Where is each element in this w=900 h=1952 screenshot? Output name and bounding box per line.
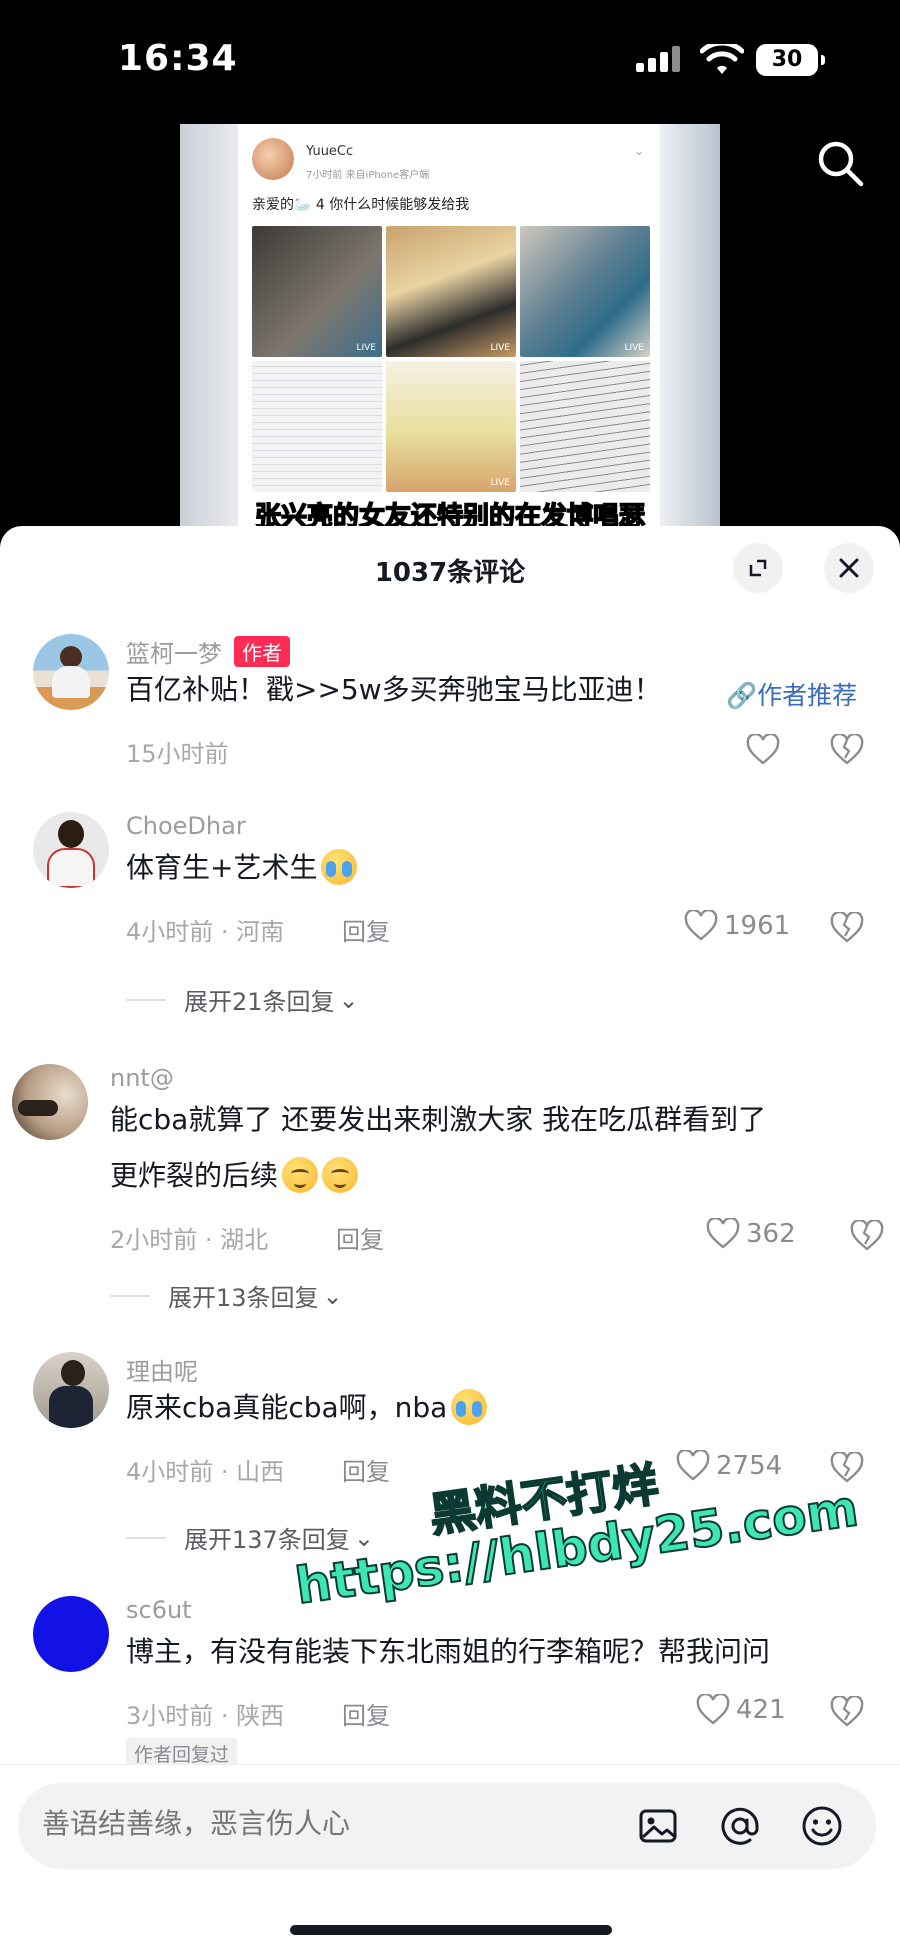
chevron-down-icon: ⌄ bbox=[633, 144, 644, 158]
chevron-down-icon: ⌄ bbox=[322, 1281, 343, 1310]
comment-item: nnt@ 能cba就算了 还要发出来刺激大家 我在吃瓜群看到了 更炸裂的后续 2… bbox=[0, 1064, 900, 1312]
comment-text-row: 更炸裂的后续 bbox=[110, 1148, 359, 1204]
dislike-icon[interactable] bbox=[830, 734, 864, 766]
expand-icon bbox=[749, 559, 767, 577]
crying-emoji-icon bbox=[321, 849, 358, 885]
expand-sheet-button[interactable] bbox=[733, 543, 783, 593]
post-image: LIVE bbox=[386, 361, 516, 492]
comment-meta: 2小时前 · 湖北 bbox=[110, 1226, 269, 1254]
comment-meta: 4小时前 · 山西 bbox=[126, 1458, 285, 1486]
comment-meta: 4小时前 · 河南 bbox=[126, 918, 285, 946]
like-button[interactable]: 2754 bbox=[676, 1450, 782, 1482]
reply-button[interactable]: 回复 bbox=[336, 1220, 384, 1255]
post-image: LIVE bbox=[386, 226, 516, 357]
emoji-icon[interactable] bbox=[800, 1804, 844, 1848]
close-icon bbox=[839, 558, 859, 578]
avatar[interactable] bbox=[33, 1352, 109, 1428]
flushed-emoji-icon bbox=[282, 1157, 319, 1193]
dislike-icon[interactable] bbox=[830, 912, 864, 944]
comment-time: 15小时前 bbox=[126, 740, 229, 768]
comment-username[interactable]: nnt@ bbox=[110, 1064, 174, 1092]
crying-emoji-icon bbox=[451, 1389, 488, 1425]
like-icon[interactable] bbox=[746, 734, 780, 766]
comment-username[interactable]: sc6ut bbox=[126, 1596, 192, 1624]
author-recommend-link[interactable]: 🔗作者推荐 bbox=[726, 676, 857, 712]
close-button[interactable] bbox=[824, 543, 874, 593]
comment-text: 能cba就算了 还要发出来刺激大家 我在吃瓜群看到了 bbox=[110, 1103, 767, 1136]
post-image: LIVE bbox=[520, 226, 650, 357]
post-avatar bbox=[252, 138, 294, 180]
search-icon[interactable] bbox=[815, 138, 865, 188]
like-icon bbox=[676, 1450, 710, 1481]
avatar[interactable] bbox=[33, 812, 109, 888]
status-bar: 16:34 30 bbox=[0, 0, 900, 120]
dislike-icon[interactable] bbox=[850, 1220, 884, 1252]
live-badge: LIVE bbox=[356, 343, 376, 353]
comment-input[interactable] bbox=[42, 1807, 602, 1840]
live-badge: LIVE bbox=[490, 343, 510, 353]
like-count: 362 bbox=[746, 1219, 796, 1249]
comment-text: 体育生+艺术生 bbox=[126, 851, 318, 884]
post-image bbox=[252, 361, 382, 492]
video-preview[interactable]: YuueCc 7小时前 来自iPhone客户端 ⌄ 亲爱的🦢 4 你什么时候能够… bbox=[180, 124, 720, 539]
comment-text-row: 原来cba真能cba啊，nba bbox=[126, 1380, 488, 1436]
comment-meta: 3小时前 · 陕西 bbox=[126, 1702, 285, 1730]
like-icon bbox=[696, 1694, 730, 1725]
reply-button[interactable]: 回复 bbox=[342, 1696, 390, 1731]
like-icon bbox=[684, 910, 718, 941]
post-meta: 7小时前 来自iPhone客户端 bbox=[306, 170, 430, 181]
post-image bbox=[520, 361, 650, 492]
post-image: LIVE bbox=[252, 226, 382, 357]
dislike-icon[interactable] bbox=[830, 1696, 864, 1728]
avatar[interactable] bbox=[33, 1596, 109, 1672]
link-icon: 🔗 bbox=[726, 681, 758, 710]
image-icon[interactable] bbox=[636, 1804, 680, 1848]
comment-text: 博主，有没有能装下东北雨姐的行李箱呢？帮我问问 bbox=[126, 1635, 771, 1668]
comment-input-box[interactable] bbox=[18, 1783, 876, 1869]
post-username: YuueCc bbox=[306, 144, 354, 159]
expand-replies-button[interactable]: 展开137条回复 ⌄ bbox=[126, 1520, 374, 1555]
like-count: 1961 bbox=[724, 911, 791, 941]
comment-item: ChoeDhar 体育生+艺术生 4小时前 · 河南 回复 1961 展开21条… bbox=[0, 812, 900, 1016]
flushed-emoji-icon bbox=[322, 1157, 359, 1193]
chevron-down-icon: ⌄ bbox=[338, 985, 359, 1014]
weibo-post-screenshot: YuueCc 7小时前 来自iPhone客户端 ⌄ 亲爱的🦢 4 你什么时候能够… bbox=[238, 124, 660, 539]
comment-text: 原来cba真能cba啊，nba bbox=[126, 1391, 448, 1424]
status-time: 16:34 bbox=[118, 38, 238, 79]
comment-text-row: 体育生+艺术生 bbox=[126, 840, 358, 896]
like-button[interactable]: 362 bbox=[706, 1218, 796, 1250]
home-indicator[interactable] bbox=[290, 1925, 612, 1935]
wifi-icon bbox=[700, 44, 744, 74]
post-image-grid: LIVE LIVE LIVE LIVE bbox=[252, 226, 650, 492]
comment-username[interactable]: ChoeDhar bbox=[126, 812, 246, 840]
signal-icon bbox=[636, 46, 684, 72]
like-button[interactable]: 421 bbox=[696, 1694, 786, 1726]
comment-input-bar bbox=[0, 1764, 900, 1952]
reply-button[interactable]: 回复 bbox=[342, 912, 390, 947]
mention-icon[interactable] bbox=[718, 1804, 762, 1848]
live-badge: LIVE bbox=[624, 343, 644, 353]
like-count: 421 bbox=[736, 1695, 786, 1725]
expand-replies-button[interactable]: 展开13条回复 ⌄ bbox=[110, 1278, 343, 1313]
battery-icon: 30 bbox=[756, 44, 825, 76]
expand-replies-button[interactable]: 展开21条回复 ⌄ bbox=[126, 982, 359, 1017]
live-badge: LIVE bbox=[490, 478, 510, 488]
like-button[interactable]: 1961 bbox=[684, 910, 790, 942]
comment-text: 更炸裂的后续 bbox=[110, 1159, 279, 1192]
comments-sheet: 1037条评论 篮柯一梦 作者 百亿补贴！戳>>5w多买奔驰宝马比亚迪！ 🔗作者推… bbox=[0, 526, 900, 1952]
post-text: 亲爱的🦢 4 你什么时候能够发给我 bbox=[252, 197, 470, 213]
avatar[interactable] bbox=[33, 634, 109, 710]
avatar[interactable] bbox=[12, 1064, 88, 1140]
reply-button[interactable]: 回复 bbox=[342, 1452, 390, 1487]
like-count: 2754 bbox=[716, 1451, 783, 1481]
like-icon bbox=[706, 1218, 740, 1249]
comment-text: 百亿补贴！戳>>5w多买奔驰宝马比亚迪！ bbox=[126, 673, 662, 706]
comment-item: 篮柯一梦 作者 百亿补贴！戳>>5w多买奔驰宝马比亚迪！ 🔗作者推荐 15小时前 bbox=[0, 634, 900, 768]
